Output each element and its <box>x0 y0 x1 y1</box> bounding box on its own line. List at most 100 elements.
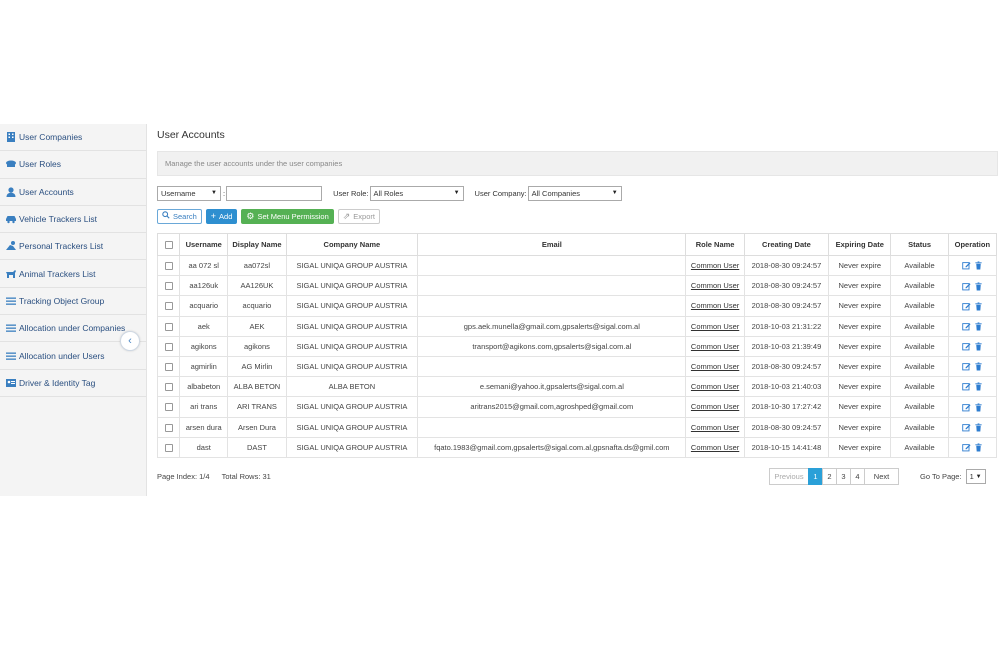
trash-icon[interactable] <box>972 281 984 291</box>
table-row[interactable]: arsen dura Arsen Dura SIGAL UNIQA GROUP AU… <box>156 416 998 438</box>
next-page-button[interactable]: Next <box>864 468 899 485</box>
row-checkbox[interactable] <box>164 282 173 291</box>
row-select-cell[interactable] <box>156 295 181 317</box>
edit-icon[interactable] <box>960 281 972 291</box>
row-select-cell[interactable] <box>156 275 181 297</box>
edit-icon[interactable] <box>960 422 972 432</box>
role-link[interactable]: Common User <box>691 342 739 351</box>
row-checkbox[interactable] <box>164 262 173 271</box>
search-input[interactable] <box>226 185 323 201</box>
edit-icon[interactable] <box>960 382 972 392</box>
sidebar-item-user-companies[interactable]: User Companies <box>0 124 146 152</box>
row-select-cell[interactable] <box>156 254 181 277</box>
row-select-cell[interactable] <box>156 355 181 378</box>
row-select-cell[interactable] <box>156 396 181 418</box>
table-row[interactable]: acquario acquario SIGAL UNIQA GROUP AUSTRI… <box>156 295 998 317</box>
table-row[interactable]: ari trans ARI TRANS SIGAL UNIQA GROUP AUST… <box>156 396 998 418</box>
trash-icon[interactable] <box>972 362 984 372</box>
trash-icon[interactable] <box>972 422 984 432</box>
column-header[interactable]: Role Name <box>685 233 745 256</box>
row-checkbox[interactable] <box>164 342 173 351</box>
table-row[interactable]: aa 072 sl aa072sl SIGAL UNIQA GROUP AUSTRI… <box>156 254 998 277</box>
role-link[interactable]: Common User <box>691 423 739 432</box>
page-button-2[interactable]: 2 <box>822 468 837 485</box>
column-header[interactable]: Expiring Date <box>828 233 892 256</box>
row-checkbox[interactable] <box>164 423 173 432</box>
sidebar-item-animal-trackers-list[interactable]: Animal Trackers List <box>0 260 146 288</box>
column-header[interactable]: Creating Date <box>743 233 830 256</box>
trash-icon[interactable] <box>972 402 984 412</box>
collapse-sidebar-button[interactable]: ‹ <box>120 331 140 351</box>
creating-date-cell: 2018-08-30 09:24:57 <box>743 295 830 317</box>
row-select-cell[interactable] <box>156 436 181 458</box>
company-name-cell: SIGAL UNIQA GROUP AUSTRIA <box>285 254 419 277</box>
role-link[interactable]: Common User <box>691 322 739 331</box>
row-checkbox[interactable] <box>164 443 173 452</box>
role-link[interactable]: Common User <box>691 301 739 310</box>
set-menu-permission-button[interactable]: ⚙ Set Menu Permission <box>241 208 334 224</box>
edit-icon[interactable] <box>960 402 972 412</box>
sidebar-item-user-accounts[interactable]: User Accounts <box>0 179 146 206</box>
row-checkbox[interactable] <box>164 403 173 412</box>
role-name-cell: Common User <box>685 335 745 357</box>
trash-icon[interactable] <box>972 321 984 331</box>
row-checkbox[interactable] <box>164 302 173 311</box>
row-select-cell[interactable] <box>156 315 181 337</box>
row-select-cell[interactable] <box>156 416 181 438</box>
role-link[interactable]: Common User <box>691 402 739 411</box>
edit-icon[interactable] <box>960 443 972 453</box>
add-button[interactable]: + Add <box>205 208 238 224</box>
page-button-1[interactable]: 1 <box>808 468 823 485</box>
role-link[interactable]: Common User <box>691 281 739 290</box>
role-link[interactable]: Common User <box>691 362 739 371</box>
dropdown-arrow-icon: ▼ <box>453 190 460 196</box>
column-header[interactable]: Company Name <box>285 233 419 256</box>
sidebar-item-driver-identity-tag[interactable]: Driver & Identity Tag <box>0 370 146 397</box>
table-row[interactable]: dast DAST SIGAL UNIQA GROUP AUSTRIA fqato.1… <box>156 436 998 458</box>
page-button-4[interactable]: 4 <box>850 468 865 485</box>
select-all-checkbox[interactable] <box>164 241 173 249</box>
edit-icon[interactable] <box>960 342 972 352</box>
role-link[interactable]: Common User <box>691 443 739 452</box>
search-field-select[interactable]: Username ▼ <box>157 185 221 201</box>
edit-icon[interactable] <box>960 321 972 331</box>
row-select-cell[interactable] <box>156 335 181 357</box>
trash-icon[interactable] <box>972 301 984 311</box>
user-role-select[interactable]: All Roles ▼ <box>369 185 464 201</box>
trash-icon[interactable] <box>972 261 984 271</box>
car-icon <box>4 213 17 225</box>
row-checkbox[interactable] <box>164 363 173 372</box>
row-checkbox[interactable] <box>164 383 173 392</box>
table-row[interactable]: agikons agikons SIGAL UNIQA GROUP AUSTRIA t… <box>156 335 998 357</box>
user-company-select[interactable]: All Companies ▼ <box>527 185 622 201</box>
table-row[interactable]: albabeton ALBA BETON ALBA BETON e.semani@ya… <box>156 376 998 398</box>
column-header[interactable]: Username <box>179 233 229 256</box>
search-button[interactable]: Search <box>157 208 202 224</box>
sidebar-item-tracking-object-group[interactable]: Tracking Object Group <box>0 288 146 316</box>
column-header[interactable]: Email <box>417 233 687 256</box>
row-select-cell[interactable] <box>156 376 181 398</box>
edit-icon[interactable] <box>960 362 972 372</box>
edit-icon[interactable] <box>960 261 972 271</box>
select-all-header[interactable] <box>156 233 181 256</box>
column-header[interactable]: Status <box>890 233 949 256</box>
row-checkbox[interactable] <box>164 322 173 331</box>
page-button-3[interactable]: 3 <box>836 468 851 485</box>
edit-icon[interactable] <box>960 301 972 311</box>
trash-icon[interactable] <box>972 342 984 352</box>
role-link[interactable]: Common User <box>691 261 739 270</box>
column-header[interactable]: Display Name <box>227 233 287 256</box>
trash-icon[interactable] <box>972 443 984 453</box>
trash-icon[interactable] <box>972 382 984 392</box>
sidebar-item-vehicle-trackers-list[interactable]: Vehicle Trackers List <box>0 206 146 234</box>
go-to-page-select[interactable]: 1 ▼ <box>965 469 986 484</box>
export-button[interactable]: ⇗ Export <box>337 208 380 224</box>
table-row[interactable]: aek AEK SIGAL UNIQA GROUP AUSTRIA gps.aek.m… <box>156 315 998 337</box>
username-cell: arsen dura <box>179 416 229 438</box>
table-row[interactable]: aa126uk AA126UK SIGAL UNIQA GROUP AUSTRIA C… <box>156 275 998 297</box>
role-link[interactable]: Common User <box>691 382 739 391</box>
sidebar-item-personal-trackers-list[interactable]: Personal Trackers List <box>0 233 146 261</box>
previous-page-button[interactable]: Previous <box>769 468 809 485</box>
table-row[interactable]: agmirlin AG Mirlin SIGAL UNIQA GROUP AUSTR… <box>156 355 998 378</box>
sidebar-item-user-roles[interactable]: User Roles <box>0 151 146 179</box>
